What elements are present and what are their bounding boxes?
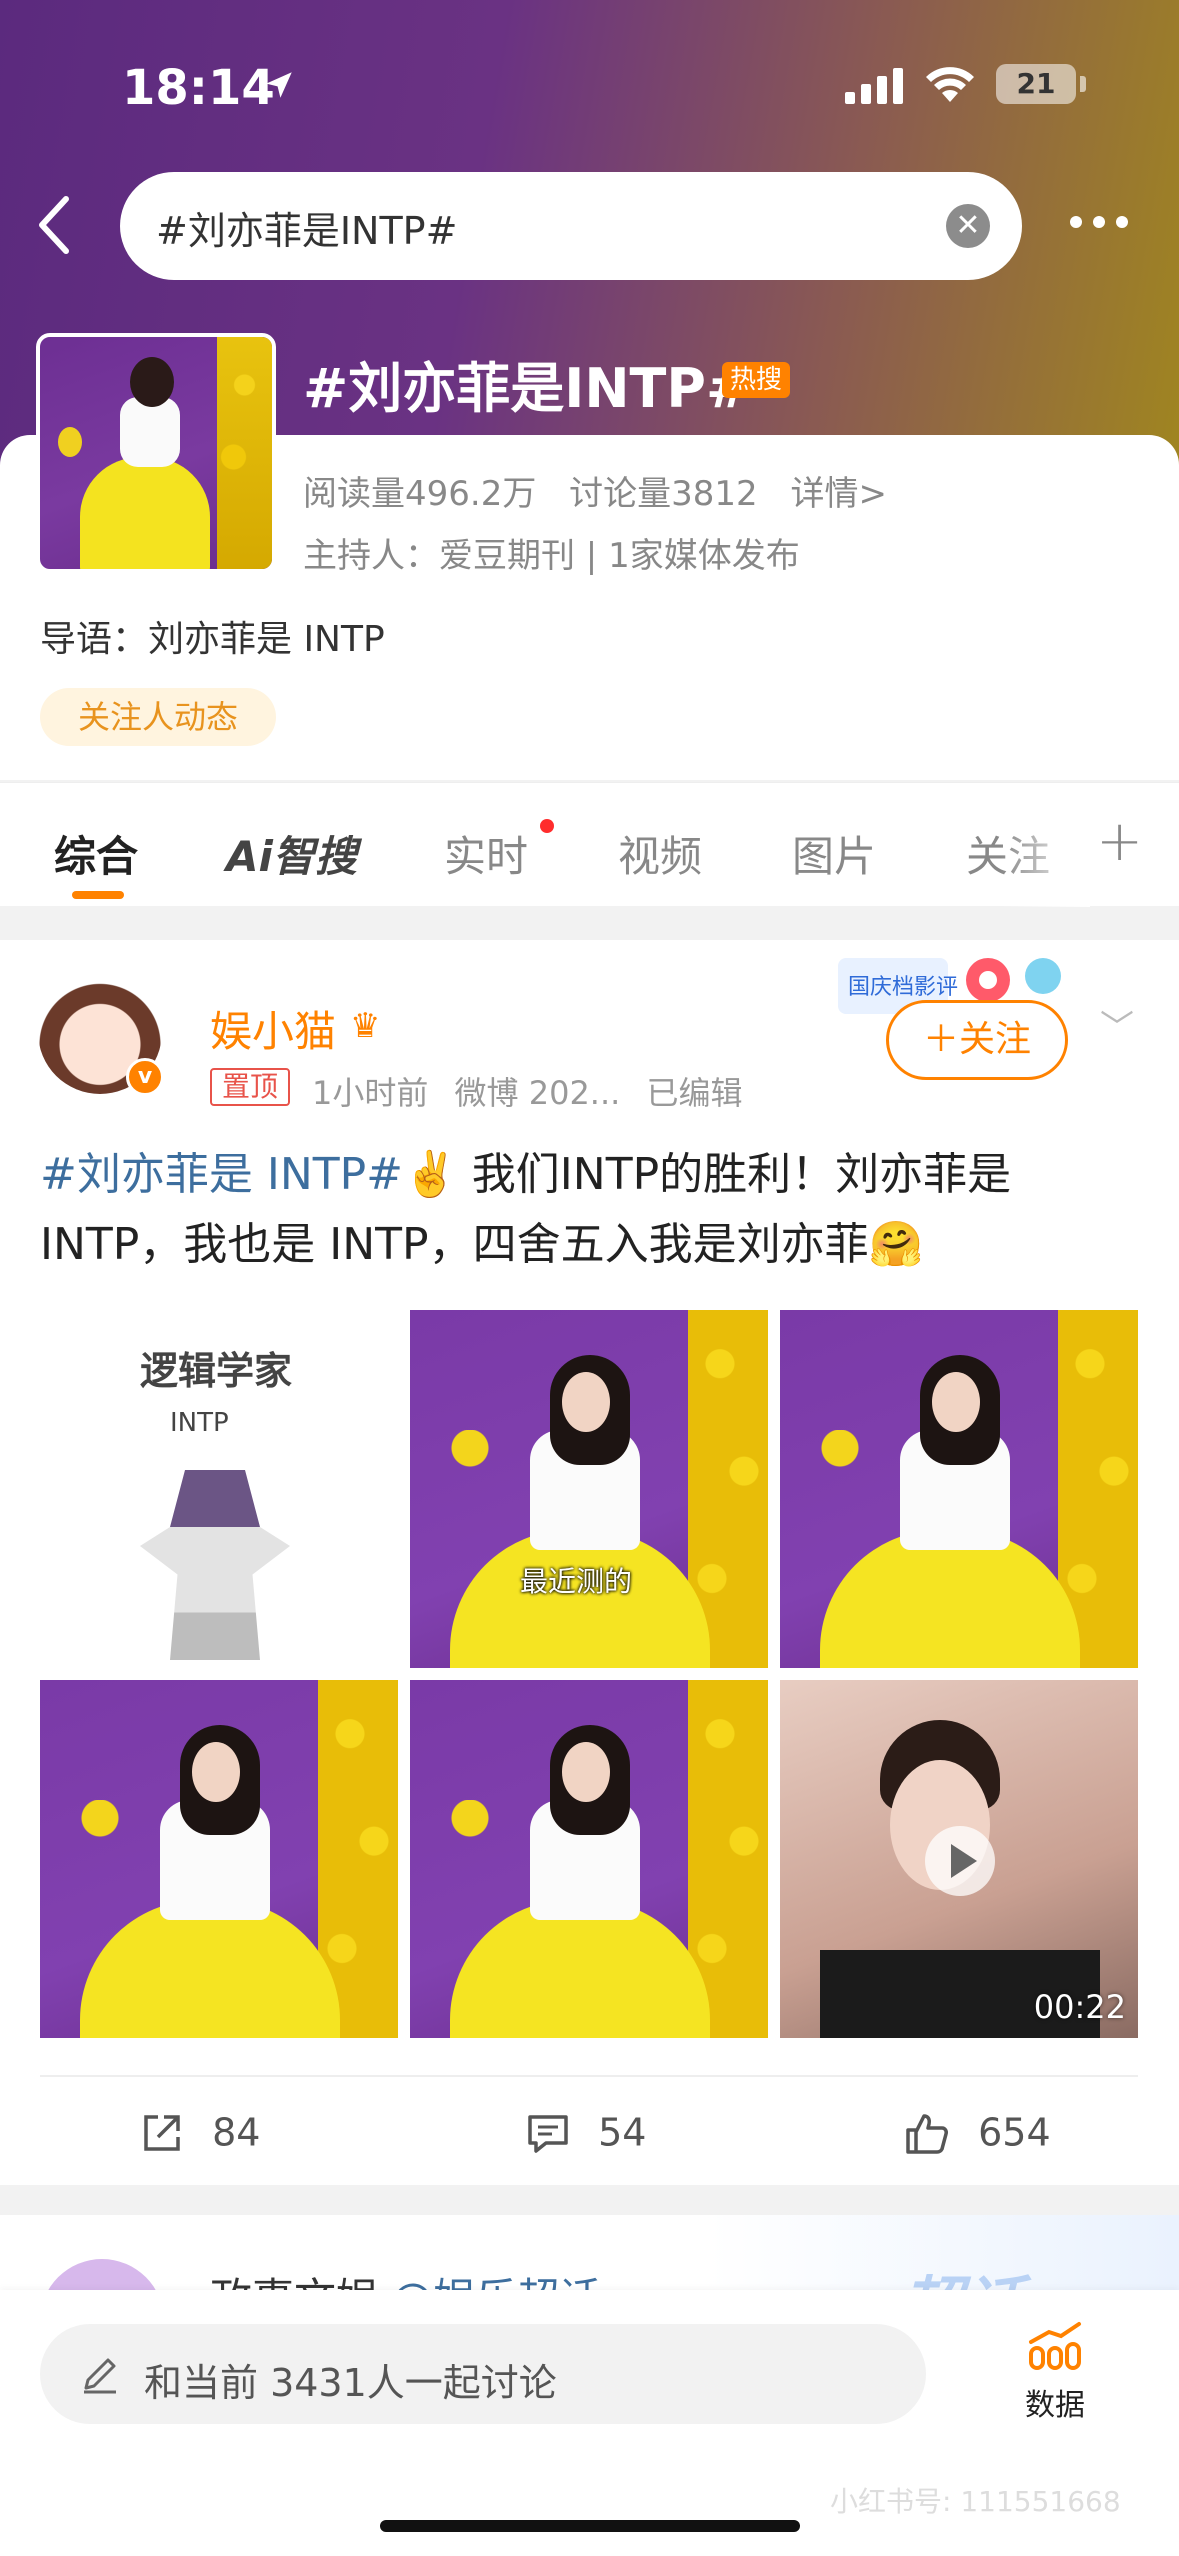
- sticker-text: 国庆档影评: [848, 975, 958, 1000]
- crown-icon: ♛: [350, 1006, 381, 1046]
- verified-badge-icon: v: [126, 1058, 164, 1096]
- watermark-text: 小红书号: 111551668: [830, 2485, 1121, 2518]
- battery-tip: [1080, 76, 1086, 92]
- comment-button[interactable]: 54: [526, 2108, 646, 2158]
- search-tabs: 综合 Ai智搜 实时 视频 图片 关注 +: [0, 782, 1179, 907]
- pencil-icon: [84, 2358, 116, 2394]
- cartoon-figure: [140, 1470, 290, 1660]
- post-image-2[interactable]: 最近测的: [410, 1310, 768, 1668]
- data-label: 数据: [1025, 2388, 1085, 2423]
- home-indicator[interactable]: [380, 2520, 800, 2532]
- status-bar: 18:14 21: [0, 60, 1179, 120]
- thumbs-up-icon: [906, 2113, 948, 2154]
- cellular-signal-icon: [845, 68, 903, 104]
- post-hashtag[interactable]: #刘亦菲是 INTP#: [40, 1149, 403, 1200]
- more-options-icon[interactable]: [1070, 213, 1140, 233]
- post-image-5[interactable]: [410, 1680, 768, 2038]
- wifi-icon: [926, 67, 974, 102]
- chevron-down-icon[interactable]: ﹀: [1100, 1000, 1134, 1049]
- image-title-text: 逻辑学家: [140, 1349, 293, 1393]
- share-button[interactable]: 84: [140, 2108, 260, 2158]
- action-divider: [40, 2075, 1138, 2077]
- active-tab-indicator: [72, 891, 124, 899]
- back-arrow-icon[interactable]: [30, 195, 80, 255]
- hot-search-badge: 热搜: [722, 362, 791, 398]
- tab-video[interactable]: 视频: [618, 823, 702, 884]
- weibo-post: v 娱小猫 ♛ 置顶 1小时前 微博 202... 已编辑 国庆档影评 ＋关注 …: [0, 940, 1179, 2185]
- topic-thumbnail[interactable]: [36, 333, 276, 573]
- like-count: 654: [978, 2110, 1051, 2155]
- new-content-dot: [540, 819, 554, 833]
- tab-comprehensive[interactable]: 综合: [54, 823, 138, 884]
- share-count: 84: [212, 2110, 261, 2155]
- discussion-count: 讨论量3812: [569, 474, 758, 514]
- topic-title: #刘亦菲是INTP#: [303, 357, 752, 420]
- follow-button[interactable]: ＋关注: [886, 1000, 1068, 1080]
- tab-ai-search[interactable]: Ai智搜: [226, 823, 357, 884]
- battery-indicator: 21: [996, 64, 1076, 104]
- post-username[interactable]: 娱小猫: [210, 998, 336, 1059]
- topic-intro: 导语：刘亦菲是 INTP: [40, 619, 385, 660]
- post-image-4[interactable]: [40, 1680, 398, 2038]
- search-bar[interactable]: #刘亦菲是INTP# ✕: [120, 172, 1022, 280]
- comment-icon: [528, 2114, 568, 2153]
- topic-host: 主持人：爱豆期刊 | 1家媒体发布: [303, 536, 800, 576]
- image-caption: 最近测的: [520, 1565, 633, 1598]
- discuss-placeholder: 和当前 3431人一起讨论: [144, 2361, 557, 2405]
- tabs-fade-overlay: [1000, 783, 1090, 907]
- data-button[interactable]: 数据: [1000, 2320, 1110, 2424]
- topic-stats: 阅读量496.2万 讨论量3812 详情>: [303, 466, 909, 515]
- like-button[interactable]: 654: [904, 2108, 1051, 2158]
- read-count: 阅读量496.2万: [303, 474, 537, 514]
- details-link[interactable]: 详情>: [791, 474, 888, 514]
- post-image-3[interactable]: [780, 1310, 1138, 1668]
- play-icon[interactable]: [925, 1826, 995, 1896]
- add-tab-icon[interactable]: +: [1096, 809, 1143, 874]
- post-video-thumbnail[interactable]: 00:22: [780, 1680, 1138, 2038]
- followed-users-activity-chip[interactable]: 关注人动态: [40, 688, 276, 746]
- post-source: 微博 202...: [454, 1074, 621, 1112]
- pinned-badge: 置顶: [210, 1068, 291, 1106]
- data-chart-icon: [1029, 2322, 1081, 2370]
- post-edited: 已编辑: [646, 1074, 743, 1112]
- search-query[interactable]: #刘亦菲是INTP#: [156, 200, 457, 255]
- post-meta: 1小时前 微博 202... 已编辑: [312, 1068, 759, 1114]
- tab-images[interactable]: 图片: [792, 823, 876, 884]
- location-arrow-icon: [266, 72, 292, 98]
- bottom-bar: 和当前 3431人一起讨论 数据 小红书号: 111551668: [0, 2290, 1179, 2556]
- image-subtitle-text: INTP: [170, 1408, 229, 1438]
- tab-realtime[interactable]: 实时: [444, 823, 528, 884]
- share-icon: [144, 2114, 180, 2151]
- post-image-1[interactable]: 逻辑学家 INTP: [40, 1310, 398, 1668]
- post-time: 1小时前: [312, 1074, 429, 1112]
- comment-count: 54: [598, 2110, 647, 2155]
- discuss-input[interactable]: 和当前 3431人一起讨论: [40, 2324, 926, 2424]
- status-time: 18:14: [122, 60, 275, 116]
- clear-search-icon[interactable]: ✕: [946, 204, 990, 248]
- post-text: #刘亦菲是 INTP#✌️ 我们INTP的胜利！刘亦菲是INTP，我也是 INT…: [40, 1140, 1140, 1280]
- video-duration: 00:22: [1033, 1988, 1126, 2026]
